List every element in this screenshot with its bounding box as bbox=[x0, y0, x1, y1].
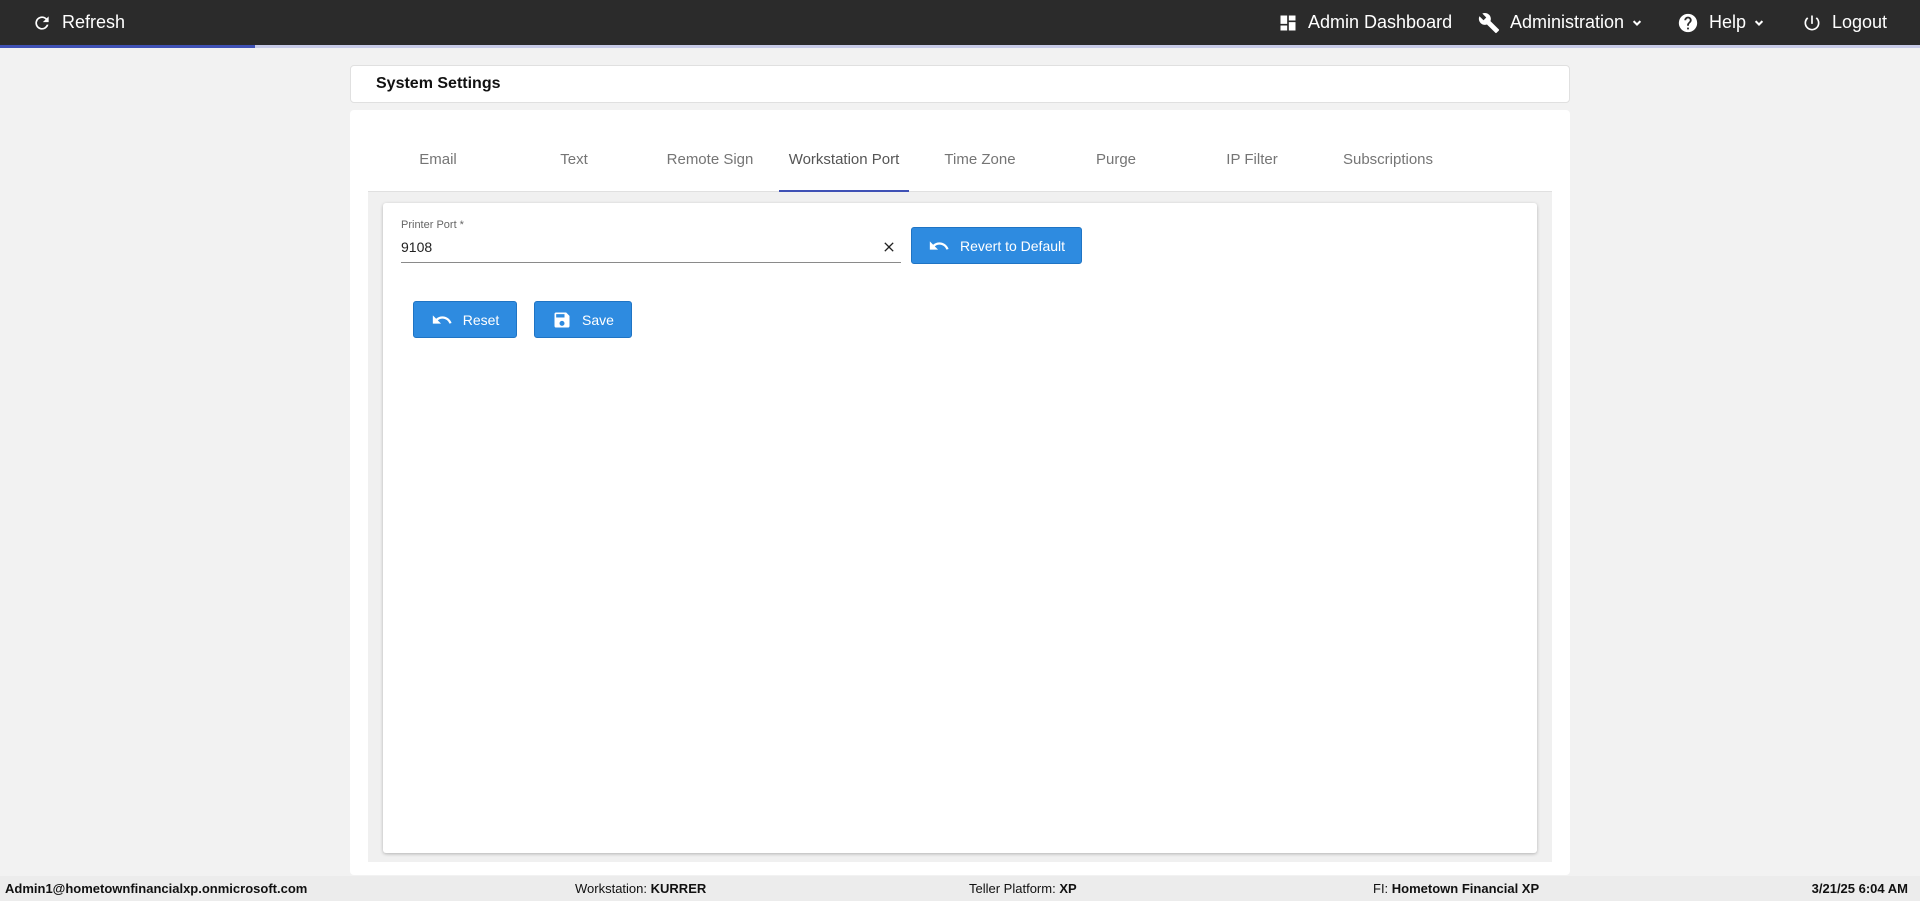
tab-label: Purge bbox=[1095, 151, 1137, 168]
tab-ip-filter[interactable]: IP Filter bbox=[1187, 128, 1317, 191]
datetime-value: 3/21/25 6:04 AM bbox=[1811, 881, 1908, 896]
wrench-icon bbox=[1478, 12, 1500, 33]
platform-label: Teller Platform: bbox=[969, 881, 1056, 896]
tab-purge[interactable]: Purge bbox=[1051, 128, 1181, 191]
tab-workstation-port[interactable]: Workstation Port bbox=[779, 128, 909, 192]
page-header: System Settings bbox=[350, 65, 1570, 103]
workstation-label: Workstation: bbox=[575, 881, 648, 896]
revert-label: Revert to Default bbox=[959, 237, 1066, 254]
tab-subscriptions[interactable]: Subscriptions bbox=[1323, 128, 1453, 191]
tab-label: Email bbox=[419, 151, 457, 168]
footer-datetime: 3/21/25 6:04 AM bbox=[1812, 876, 1908, 901]
workstation-value: KURRER bbox=[650, 881, 707, 896]
platform-value: XP bbox=[1059, 881, 1077, 896]
help-icon bbox=[1678, 13, 1698, 32]
reset-button[interactable]: Reset bbox=[413, 301, 517, 338]
tab-email[interactable]: Email bbox=[373, 128, 503, 191]
workstation-port-panel: Printer Port * Revert to Default Reset S… bbox=[383, 203, 1537, 853]
user-email: Admin1@hometownfinancialxp.onmicrosoft.c… bbox=[5, 881, 308, 896]
settings-tabs: Email Text Remote Sign Workstation Port … bbox=[368, 128, 1552, 192]
printer-port-input[interactable] bbox=[401, 236, 861, 258]
tab-label: Text bbox=[560, 151, 588, 168]
tab-label: Time Zone bbox=[944, 151, 1016, 168]
clear-icon[interactable] bbox=[881, 239, 897, 255]
settings-card: Email Text Remote Sign Workstation Port … bbox=[350, 110, 1570, 875]
tab-label: Remote Sign bbox=[666, 151, 754, 168]
printer-port-field: Printer Port * bbox=[401, 219, 901, 263]
help-menu[interactable]: Help bbox=[1677, 0, 1766, 45]
power-icon bbox=[1804, 15, 1820, 30]
top-navigation-bar: Refresh Admin Dashboard Administration H… bbox=[0, 0, 1920, 45]
admin-dashboard-button[interactable]: Admin Dashboard bbox=[1278, 0, 1452, 45]
tab-label: Workstation Port bbox=[788, 150, 900, 168]
admin-dashboard-label: Admin Dashboard bbox=[1308, 12, 1453, 32]
refresh-label: Refresh bbox=[62, 12, 126, 32]
status-bar: Admin1@hometownfinancialxp.onmicrosoft.c… bbox=[0, 876, 1920, 901]
footer-platform: Teller Platform: XP bbox=[969, 876, 1077, 901]
reset-label: Reset bbox=[462, 311, 500, 328]
fi-value: Hometown Financial XP bbox=[1391, 881, 1540, 896]
revert-to-default-button[interactable]: Revert to Default bbox=[911, 227, 1082, 264]
chevron-down-icon bbox=[1632, 19, 1642, 26]
undo-icon bbox=[432, 314, 452, 324]
footer-workstation: Workstation: KURRER bbox=[575, 876, 706, 901]
logout-label: Logout bbox=[1832, 12, 1888, 32]
logout-button[interactable]: Logout bbox=[1802, 0, 1887, 45]
footer-fi: FI: Hometown Financial XP bbox=[1373, 876, 1539, 901]
tab-time-zone[interactable]: Time Zone bbox=[915, 128, 1045, 191]
refresh-button[interactable]: Refresh bbox=[32, 0, 125, 45]
tab-text[interactable]: Text bbox=[509, 128, 639, 191]
administration-label: Administration bbox=[1510, 12, 1625, 32]
loading-progress-bar bbox=[0, 45, 1920, 48]
tab-label: Subscriptions bbox=[1342, 151, 1434, 168]
save-button[interactable]: Save bbox=[534, 301, 632, 338]
loading-progress-fill bbox=[0, 45, 256, 48]
dashboard-icon bbox=[1280, 15, 1296, 30]
save-label: Save bbox=[582, 311, 614, 328]
page-title: System Settings bbox=[376, 75, 501, 92]
undo-icon bbox=[929, 240, 949, 250]
administration-menu[interactable]: Administration bbox=[1478, 0, 1644, 45]
help-label: Help bbox=[1709, 12, 1747, 32]
save-icon bbox=[554, 312, 570, 327]
refresh-icon bbox=[35, 15, 49, 30]
fi-label: FI: bbox=[1373, 881, 1389, 896]
printer-port-label: Printer Port * bbox=[401, 219, 464, 231]
chevron-down-icon bbox=[1754, 19, 1764, 26]
tab-label: IP Filter bbox=[1226, 151, 1278, 168]
footer-user: Admin1@hometownfinancialxp.onmicrosoft.c… bbox=[5, 876, 307, 901]
tab-content-background: Printer Port * Revert to Default Reset S… bbox=[368, 192, 1552, 862]
tab-remote-sign[interactable]: Remote Sign bbox=[645, 128, 775, 191]
